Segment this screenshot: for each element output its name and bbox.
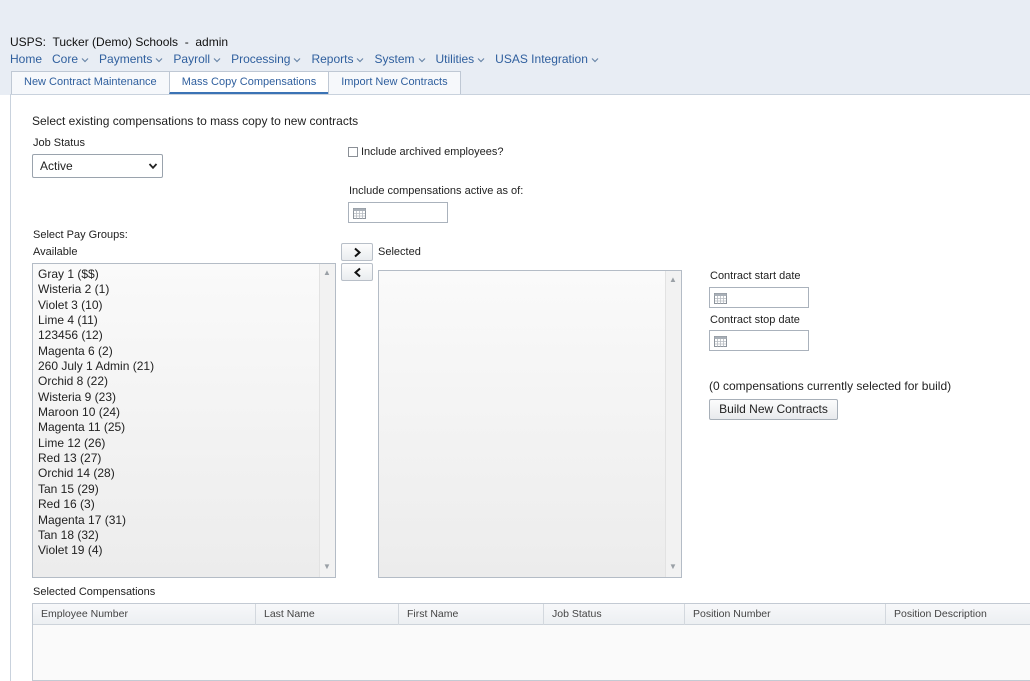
list-item[interactable]: Wisteria 9 (23) (38, 390, 154, 405)
tab-bar: New Contract Maintenance Mass Copy Compen… (11, 71, 461, 94)
list-item[interactable]: Lime 4 (11) (38, 313, 154, 328)
active-as-of-date-field[interactable] (348, 202, 448, 223)
scroll-up-icon[interactable]: ▲ (323, 269, 331, 277)
job-status-value: Active (40, 159, 73, 173)
contract-start-date-field[interactable] (709, 287, 809, 308)
chevron-down-icon (213, 55, 221, 65)
column-header-position-description[interactable]: Position Description (886, 604, 1030, 625)
chevron-down-icon (477, 55, 485, 65)
menu-item-label: Core (52, 52, 79, 66)
calendar-icon[interactable] (353, 207, 366, 219)
list-item[interactable]: Magenta 6 (2) (38, 344, 154, 359)
pay-groups-label: Select Pay Groups: (33, 229, 128, 241)
move-left-button[interactable] (341, 263, 373, 281)
move-right-button[interactable] (341, 243, 373, 261)
list-item[interactable]: 123456 (12) (38, 328, 154, 343)
grid-header: Employee Number Last Name First Name Job St… (33, 604, 1030, 625)
list-item[interactable]: Magenta 11 (25) (38, 420, 154, 435)
page-heading: Select existing compensations to mass co… (32, 114, 359, 128)
include-archived-checkbox[interactable] (348, 147, 358, 157)
menu-item-label: USAS Integration (495, 52, 588, 66)
list-item[interactable]: Magenta 17 (31) (38, 513, 154, 528)
menu-item-label: Home (10, 52, 43, 66)
menu-item-payroll[interactable]: Payroll (173, 52, 221, 68)
column-header-position-number[interactable]: Position Number (685, 604, 886, 625)
list-item[interactable]: Violet 19 (4) (38, 543, 154, 558)
calendar-icon[interactable] (714, 292, 727, 304)
job-status-select[interactable]: Active (32, 154, 163, 178)
main-menu: Home Core Payments Payroll Processing Reports… (10, 52, 609, 68)
contract-start-label: Contract start date (710, 270, 801, 282)
chevron-down-icon (293, 55, 301, 65)
menu-item-payments[interactable]: Payments (99, 52, 163, 68)
available-pay-groups-list[interactable]: Gray 1 ($$) Wisteria 2 (1) Violet 3 (10) Li… (32, 263, 336, 578)
menu-item-core[interactable]: Core (52, 52, 89, 68)
tab-import-new-contracts[interactable]: Import New Contracts (328, 71, 461, 94)
selected-compensations-grid: Employee Number Last Name First Name Job St… (32, 603, 1030, 681)
list-item[interactable]: 260 July 1 Admin (21) (38, 359, 154, 374)
contract-stop-date-field[interactable] (709, 330, 809, 351)
column-header-employee-number[interactable]: Employee Number (33, 604, 256, 625)
menu-item-home[interactable]: Home (10, 52, 42, 68)
available-label: Available (33, 246, 78, 258)
job-status-label: Job Status (33, 137, 85, 149)
chevron-down-icon (591, 55, 599, 65)
chevron-down-icon (148, 163, 158, 170)
list-item[interactable]: Tan 18 (32) (38, 528, 154, 543)
menu-item-processing[interactable]: Processing (231, 52, 301, 68)
menu-item-system[interactable]: System (374, 52, 425, 68)
selected-pay-groups-list[interactable]: ▲ ▼ (378, 270, 682, 578)
chevron-right-icon (354, 247, 362, 258)
selected-compensations-title: Selected Compensations (33, 586, 156, 598)
contract-stop-label: Contract stop date (710, 314, 800, 326)
include-archived-label: Include archived employees? (361, 146, 504, 158)
list-item[interactable]: Maroon 10 (24) (38, 405, 154, 420)
list-item[interactable]: Wisteria 2 (1) (38, 282, 154, 297)
menu-item-label: Payments (99, 52, 153, 66)
list-item[interactable]: Lime 12 (26) (38, 436, 154, 451)
menu-item-label: Reports (311, 52, 354, 66)
list-item[interactable]: Red 16 (3) (38, 497, 154, 512)
chevron-down-icon (418, 55, 426, 65)
selected-scrollbar[interactable]: ▲ ▼ (665, 271, 681, 577)
scroll-down-icon[interactable]: ▼ (323, 563, 331, 571)
menu-item-reports[interactable]: Reports (311, 52, 364, 68)
scroll-up-icon[interactable]: ▲ (669, 276, 677, 284)
scroll-down-icon[interactable]: ▼ (669, 563, 677, 571)
menu-item-label: System (374, 52, 415, 66)
menu-item-label: Processing (231, 52, 291, 66)
tab-new-contract-maintenance[interactable]: New Contract Maintenance (11, 71, 170, 94)
column-header-last-name[interactable]: Last Name (256, 604, 399, 625)
list-item[interactable]: Gray 1 ($$) (38, 267, 154, 282)
list-item[interactable]: Orchid 8 (22) (38, 374, 154, 389)
list-item[interactable]: Tan 15 (29) (38, 482, 154, 497)
selected-label: Selected (378, 246, 421, 258)
menu-item-utilities[interactable]: Utilities (436, 52, 486, 68)
selected-count-text: (0 compensations currently selected for … (709, 379, 952, 393)
list-item[interactable]: Orchid 14 (28) (38, 466, 154, 481)
column-header-first-name[interactable]: First Name (399, 604, 544, 625)
menu-item-label: Utilities (435, 52, 475, 66)
active-as-of-label: Include compensations active as of: (349, 185, 524, 197)
tab-mass-copy-compensations[interactable]: Mass Copy Compensations (168, 71, 330, 94)
list-item[interactable]: Red 13 (27) (38, 451, 154, 466)
app-title: USPS: Tucker (Demo) Schools - admin (10, 35, 229, 49)
chevron-down-icon (356, 55, 364, 65)
chevron-down-icon (155, 55, 163, 65)
available-list-items: Gray 1 ($$) Wisteria 2 (1) Violet 3 (10) Li… (38, 267, 154, 559)
menu-item-label: Payroll (173, 52, 211, 66)
menu-item-usas-integration[interactable]: USAS Integration (495, 52, 599, 68)
column-header-job-status[interactable]: Job Status (544, 604, 685, 625)
chevron-down-icon (81, 55, 89, 65)
calendar-icon[interactable] (714, 335, 727, 347)
build-new-contracts-button[interactable]: Build New Contracts (709, 399, 838, 420)
list-item[interactable]: Violet 3 (10) (38, 298, 154, 313)
chevron-left-icon (353, 267, 361, 278)
available-scrollbar[interactable]: ▲ ▼ (319, 264, 335, 577)
